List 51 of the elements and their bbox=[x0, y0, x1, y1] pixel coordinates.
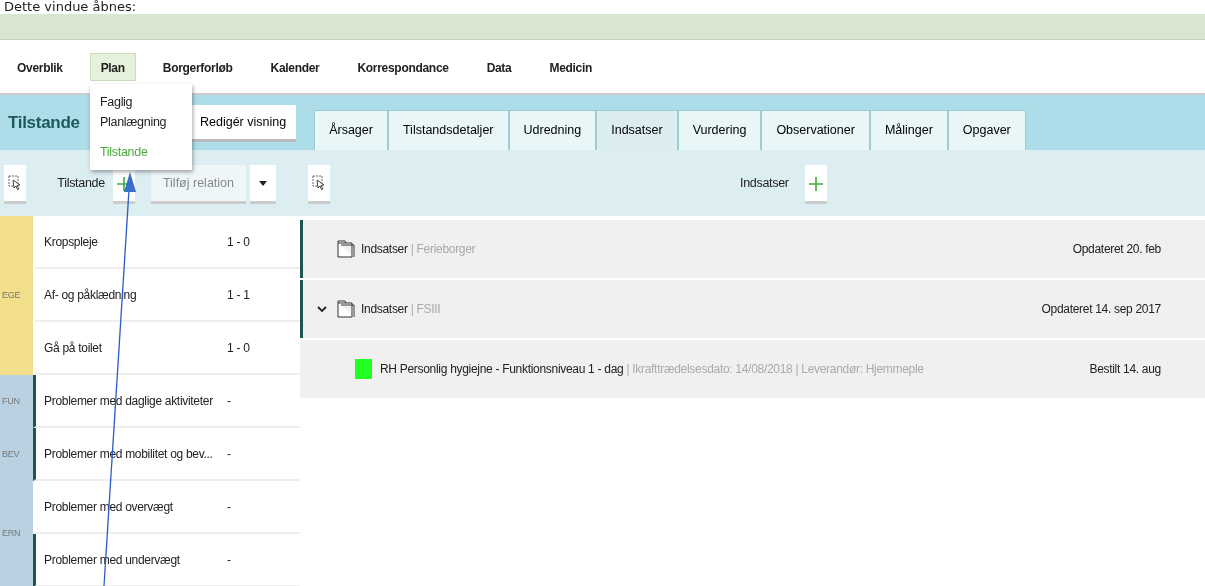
group-label: EGE bbox=[0, 216, 33, 375]
row-name: Kropspleje bbox=[44, 233, 99, 251]
row-value: 1 - 1 bbox=[227, 286, 250, 304]
plus-icon bbox=[808, 177, 823, 192]
group-label: BEV bbox=[0, 428, 33, 481]
add-button[interactable] bbox=[804, 165, 827, 201]
page-title: Tilstande bbox=[7, 112, 81, 134]
entry-date: Opdateret 20. feb bbox=[1072, 241, 1161, 258]
row-name: Gå på toilet bbox=[44, 339, 103, 357]
row-value: - bbox=[227, 392, 231, 410]
entry-title: RH Personlig hygiejne - Funktionsniveau 1 - dag | Ikrafttrædelsesdato: 14/08/2018 | Leverandør: Hjemmeple bbox=[380, 361, 924, 378]
toolbar-label: Indsatser bbox=[740, 174, 789, 192]
nav-tab[interactable]: Medicin bbox=[538, 52, 603, 81]
folder-icon bbox=[335, 299, 357, 319]
row-value: 1 - 0 bbox=[227, 339, 250, 357]
menu-item[interactable]: Faglig Planlægning bbox=[100, 92, 182, 132]
tab[interactable]: Observationer bbox=[761, 110, 870, 150]
row-value: - bbox=[227, 498, 231, 516]
nav-tab[interactable]: Borgerforløb bbox=[151, 52, 244, 81]
tab[interactable]: Opgaver bbox=[947, 110, 1026, 150]
list-row[interactable]: Indsatser | Ferieborger Opdateret 20. feb bbox=[300, 220, 1205, 278]
toolbar-label: Tilstande bbox=[57, 174, 105, 192]
entry-title: Indsatser | FSIII bbox=[361, 301, 441, 318]
group-label: ERN bbox=[0, 481, 33, 586]
folder-icon bbox=[335, 239, 357, 259]
edit-view-button[interactable]: Redigér visning bbox=[190, 105, 297, 139]
tab[interactable]: Udredning bbox=[508, 110, 597, 150]
group-label: FUN bbox=[0, 375, 33, 428]
nav-tab[interactable]: Kalender bbox=[259, 52, 331, 81]
tab[interactable]: Årsager bbox=[314, 110, 388, 150]
nav-tab[interactable]: Plan bbox=[89, 52, 136, 81]
tab[interactable]: Målinger bbox=[869, 110, 948, 150]
nav-tab[interactable]: Korrespondance bbox=[346, 52, 460, 81]
entry-title: Indsatser | Ferieborger bbox=[361, 241, 476, 258]
entry-date: Bestilt 14. aug bbox=[1089, 361, 1161, 378]
select-icon[interactable] bbox=[4, 165, 26, 201]
list-row[interactable]: Indsatser | FSIII Opdateret 14. sep 2017 bbox=[300, 280, 1205, 338]
row-value: 1 - 0 bbox=[227, 233, 250, 251]
list-row[interactable]: RH Personlig hygiejne - Funktionsniveau 1 - dag | Ikrafttrædelsesdato: 14/08/2018 | Leverandør: Hjemmeple Bestilt 14. aug bbox=[300, 340, 1205, 398]
tab[interactable]: Indsatser bbox=[596, 110, 678, 150]
select-icon[interactable] bbox=[308, 165, 330, 201]
caption-text: Dette vindue åbnes: bbox=[3, 0, 138, 14]
row-value: - bbox=[227, 445, 231, 463]
dropdown-button[interactable] bbox=[250, 165, 276, 201]
entry-date: Opdateret 14. sep 2017 bbox=[1041, 301, 1161, 318]
tab[interactable]: Vurdering bbox=[677, 110, 762, 150]
row-value: - bbox=[227, 551, 231, 569]
nav-tab[interactable]: Overblik bbox=[6, 52, 74, 81]
tab[interactable]: Tilstandsdetaljer bbox=[387, 110, 509, 150]
caret-icon bbox=[259, 181, 267, 187]
nav-tab[interactable]: Data bbox=[475, 52, 523, 81]
